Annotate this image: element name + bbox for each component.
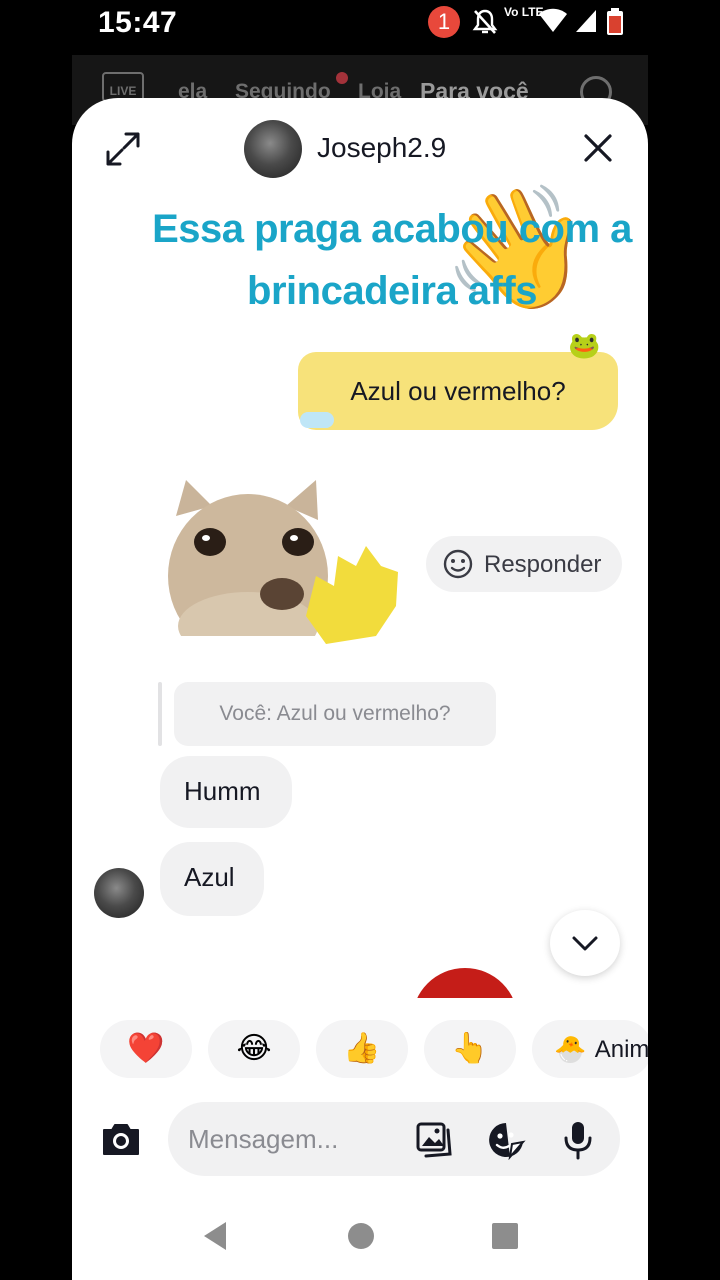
home-icon[interactable] [346, 1220, 376, 1252]
heart-icon: ❤️ [127, 1032, 165, 1065]
reaction-animated[interactable]: 🐣 Anim [532, 1020, 648, 1078]
contact-avatar[interactable] [244, 120, 302, 178]
close-icon[interactable] [582, 132, 614, 164]
sent-message-text: Azul ou vermelho? [350, 376, 566, 406]
sent-message-bubble[interactable]: Azul ou vermelho? [298, 352, 618, 430]
back-icon[interactable] [200, 1220, 230, 1252]
frog-decoration-icon: 🐸 [568, 330, 601, 360]
reaction-laugh[interactable]: 😂 [208, 1020, 300, 1078]
reply-label: Responder [484, 551, 602, 578]
cloud-decoration [300, 412, 334, 428]
thumbs-up-icon: 👍 [343, 1032, 381, 1065]
gallery-icon[interactable] [414, 1120, 454, 1160]
battery-icon [607, 8, 623, 35]
received-message-bubble[interactable]: Azul [160, 842, 264, 916]
animated-label: Anim [594, 1036, 648, 1064]
expand-icon[interactable] [104, 130, 142, 168]
wifi-icon [539, 8, 567, 32]
reaction-thumbs-up[interactable]: 👍 [316, 1020, 408, 1078]
quick-reactions: ❤️ 😂 👍 👆 🐣 Anim [100, 1020, 648, 1078]
bg-notification-dot [336, 72, 348, 84]
sticker-icon[interactable] [486, 1120, 526, 1160]
contact-name[interactable]: Joseph2.9 [317, 132, 446, 164]
sticker-message-text: Essa praga acabou com a brincadeira affs [152, 207, 632, 313]
chat-sheet: Joseph2.9 👋 Essa praga acabou com a brin… [72, 98, 648, 1280]
camera-icon[interactable] [100, 1118, 142, 1160]
quoted-message-text: Você: Azul ou vermelho? [219, 702, 451, 725]
message-field [168, 1102, 620, 1176]
microphone-icon[interactable] [558, 1120, 598, 1160]
laughing-icon: 😂 [236, 1032, 272, 1065]
quoted-message[interactable]: Você: Azul ou vermelho? [174, 682, 496, 746]
reply-button[interactable]: Responder [426, 536, 622, 592]
recents-icon[interactable] [490, 1220, 520, 1252]
reaction-heart[interactable]: ❤️ [100, 1020, 192, 1078]
quote-bar [158, 682, 162, 746]
notification-badge: 1 [428, 6, 460, 38]
chick-icon: 🐣 [554, 1034, 587, 1064]
smiley-icon [443, 549, 473, 579]
message-input[interactable] [188, 1118, 408, 1160]
signal-icon [576, 10, 596, 32]
received-message-bubble[interactable]: Humm [160, 756, 292, 828]
system-nav-bar [72, 1198, 648, 1280]
status-bar: 15:47 1 Vo LTE [0, 0, 720, 50]
status-time: 15:47 [98, 6, 178, 39]
mute-icon [472, 9, 498, 34]
point-up-icon: 👆 [451, 1032, 489, 1065]
message-composer [72, 1096, 648, 1182]
cat-gif-sticker[interactable] [166, 476, 414, 660]
sender-avatar[interactable] [94, 868, 144, 918]
received-message-text: Azul [184, 862, 235, 892]
reaction-point-up[interactable]: 👆 [424, 1020, 516, 1078]
received-message-text: Humm [184, 776, 261, 806]
chevron-down-icon [572, 936, 598, 951]
scroll-to-bottom-button[interactable] [550, 910, 620, 976]
